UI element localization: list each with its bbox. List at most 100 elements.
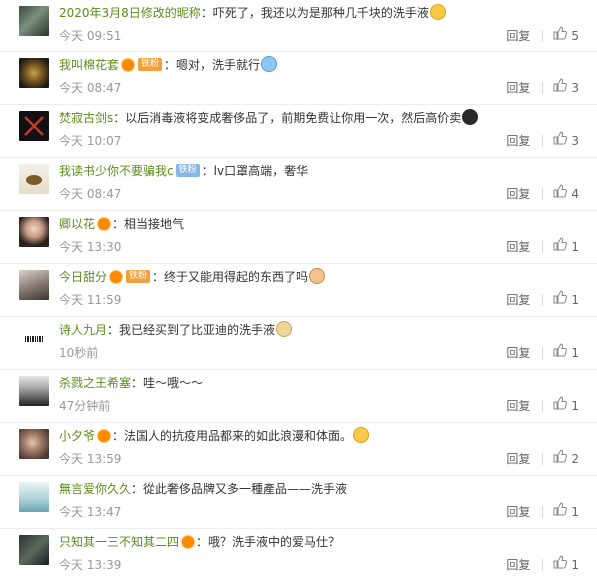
username[interactable]: 今日甜分 [59,270,107,284]
timestamp: 47分钟前 [59,399,111,413]
timestamp: 今天 10:07 [59,134,122,148]
dark-face-emoji [462,109,479,125]
thumbs-up-icon[interactable] [553,555,568,573]
comment-text: 法国人的抗疫用品都来的如此浪漫和体面。 [124,429,353,443]
like-count: 1 [571,240,579,254]
reply-button[interactable]: 回复 [506,28,530,44]
comment-text: 终于又能用得起的东西了吗 [164,270,309,284]
comment-item: 今日甜分 铁粉 ：终于又能用得起的东西了吗 今天 11:59 回复 1 [0,264,597,317]
thumbs-up-icon[interactable] [553,449,568,467]
avatar[interactable] [19,164,49,194]
reply-button[interactable]: 回复 [506,133,530,149]
timestamp: 今天 09:51 [59,29,122,43]
avatar[interactable] [19,535,49,565]
comment-text: 吓死了，我还以为是那种几千块的洗手液 [212,6,429,20]
username[interactable]: 無言爱你久久 [59,482,131,496]
avatar[interactable] [19,429,49,459]
divider [542,240,544,253]
timestamp: 今天 11:59 [59,293,122,307]
like-count: 1 [571,399,579,413]
reply-button[interactable]: 回复 [506,504,530,520]
blue-hands-emoji [261,56,278,72]
thumbs-up-icon[interactable] [553,131,568,149]
colon-separator: ： [201,164,214,178]
username[interactable]: 我读书少你不要骗我c [59,164,174,178]
thumbs-up-icon[interactable] [553,502,568,520]
username[interactable]: 卿以花 [59,217,95,231]
avatar[interactable] [19,111,49,141]
avatar[interactable] [19,376,49,406]
colon-separator: ： [196,535,209,549]
reply-button[interactable]: 回复 [506,451,530,467]
iron-fan-badge: 铁粉 [138,58,163,71]
comment-text: 哇～哦～～ [143,376,204,390]
username[interactable]: 小夕爷 [59,429,95,443]
thumbs-up-icon[interactable] [553,184,568,202]
divider [542,81,544,94]
divider [542,346,544,359]
reply-button[interactable]: 回复 [506,557,530,573]
avatar[interactable] [19,270,49,300]
thumbs-up-icon[interactable] [553,78,568,96]
username[interactable]: 杀戮之王希塞 [59,376,131,390]
vip-crown-icon [97,216,112,231]
username[interactable]: 诗人九月 [59,323,107,337]
comment-item: 我叫棉花套 铁粉 ：嗯对，洗手就行 今天 08:47 回复 3 [0,52,597,105]
colon-separator: ： [107,323,120,337]
like-count: 5 [571,29,579,43]
reply-button[interactable]: 回复 [506,345,530,361]
comment-text: 相当接地气 [124,217,185,231]
avatar[interactable] [19,217,49,247]
like-count: 1 [571,558,579,572]
colon-separator: ： [112,429,125,443]
timestamp: 今天 13:47 [59,505,122,519]
thumbs-up-icon[interactable] [553,237,568,255]
dog-face-emoji [276,321,293,337]
reply-button[interactable]: 回复 [506,186,530,202]
thumbs-up-icon[interactable] [553,396,568,414]
reply-button[interactable]: 回复 [506,292,530,308]
avatar[interactable] [19,323,49,353]
comment-item: 杀戮之王希塞：哇～哦～～ 47分钟前 回复 1 [0,370,597,423]
comment-text: lv口罩高端，奢华 [213,164,309,178]
like-count: 3 [571,81,579,95]
thumbs-up-icon[interactable] [553,343,568,361]
username[interactable]: 只知其一三不知其二四 [59,535,179,549]
colon-separator: ： [112,217,125,231]
reply-button[interactable]: 回复 [506,239,530,255]
iron-fan-badge: 铁粉 [175,164,200,177]
colon-separator: ： [131,482,144,496]
like-count: 1 [571,293,579,307]
like-count: 1 [571,505,579,519]
comment-text: 以后消毒液将变成奢侈品了，前期免费让你用一次，然后高价卖 [125,111,462,125]
username[interactable]: 2020年3月8日修改的昵称 [59,6,201,20]
avatar[interactable] [19,482,49,512]
colon-separator: ： [113,111,126,125]
divider [542,29,544,42]
username[interactable]: 我叫棉花套 [59,58,119,72]
comment-text: 我已经买到了比亚迪的洗手液 [119,323,276,337]
reply-button[interactable]: 回复 [506,80,530,96]
divider [542,293,544,306]
vip-crown-icon [97,428,112,443]
timestamp: 今天 13:39 [59,558,122,572]
thumbs-up-icon[interactable] [553,290,568,308]
vip-crown-icon [181,534,196,549]
avatar[interactable] [19,6,49,36]
comment-item: 只知其一三不知其二四 ：哦？洗手液中的爱马仕？ 今天 13:39 回复 1 [0,529,597,582]
divider [542,399,544,412]
tongue-face-emoji [353,427,370,443]
like-count: 3 [571,134,579,148]
timestamp: 今天 08:47 [59,187,122,201]
like-count: 1 [571,346,579,360]
comment-item: 卿以花 ：相当接地气 今天 13:30 回复 1 [0,211,597,264]
colon-separator: ： [200,6,213,20]
comment-text: 哦？洗手液中的爱马仕？ [208,535,341,549]
like-count: 2 [571,452,579,466]
avatar[interactable] [19,58,49,88]
username[interactable]: 焚寂古剑s [59,111,113,125]
reply-button[interactable]: 回复 [506,398,530,414]
timestamp: 10秒前 [59,346,99,360]
thumbs-up-icon[interactable] [553,26,568,44]
comment-text: 嗯对，洗手就行 [176,58,261,72]
